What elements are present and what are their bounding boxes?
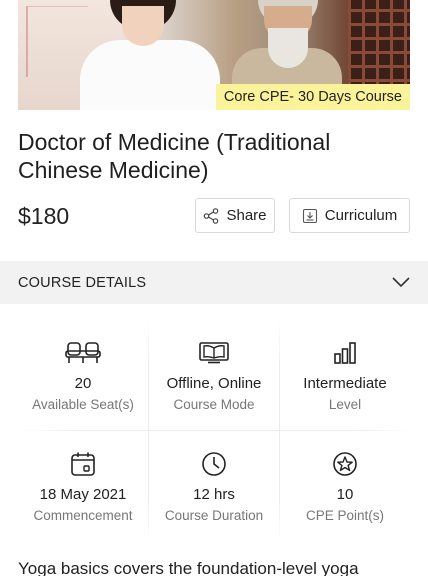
detail-value: 12 hrs	[193, 486, 235, 503]
detail-label: Level	[328, 397, 362, 412]
detail-value: Intermediate	[303, 375, 387, 392]
course-hero-image: Core CPE- 30 Days Course	[18, 0, 410, 110]
detail-available-seats: 20 Available Seat(s)	[18, 320, 148, 430]
chevron-down-icon[interactable]	[392, 274, 410, 292]
detail-level: Intermediate Level	[280, 320, 410, 430]
book-icon	[198, 340, 230, 366]
detail-value: 10	[336, 486, 354, 503]
course-details-grid: 20 Available Seat(s) Offline, Online Cou…	[18, 320, 410, 542]
curriculum-button-label: Curriculum	[324, 207, 398, 224]
detail-course-mode: Offline, Online Course Mode	[149, 320, 279, 430]
detail-commencement: 18 May 2021 Commencement	[18, 431, 148, 541]
clock-icon	[201, 451, 227, 477]
download-icon	[302, 208, 318, 224]
hero-doctor-face	[122, 6, 164, 46]
course-details-heading: COURSE DETAILS	[18, 274, 147, 291]
detail-course-duration: 12 hrs Course Duration	[149, 431, 279, 541]
calendar-icon	[70, 451, 96, 477]
course-type-badge: Core CPE- 30 Days Course	[215, 84, 410, 110]
detail-label: Commencement	[33, 508, 133, 523]
star-badge-icon	[332, 451, 358, 477]
course-details-accordion[interactable]: COURSE DETAILS	[0, 261, 428, 304]
course-description: Yoga basics covers the foundation-level …	[18, 559, 359, 576]
detail-cpe-points: 10 CPE Point(s)	[280, 431, 410, 541]
hero-doctor-coat	[80, 40, 220, 110]
share-button-label: Share	[226, 207, 267, 224]
detail-value: 20	[74, 375, 92, 392]
course-price: $180	[18, 203, 70, 229]
seats-icon	[65, 340, 101, 366]
detail-label: Available Seat(s)	[32, 397, 134, 412]
course-title: Doctor of Medicine (Traditional Chinese …	[18, 129, 331, 183]
detail-value: Offline, Online	[166, 375, 262, 392]
hero-master-beard	[268, 28, 308, 68]
detail-label: CPE Point(s)	[305, 508, 385, 523]
curriculum-button[interactable]: Curriculum	[289, 198, 410, 233]
share-button[interactable]: Share	[195, 198, 275, 233]
share-icon	[203, 207, 219, 224]
detail-label: Course Mode	[173, 397, 255, 412]
detail-label: Course Duration	[164, 508, 264, 523]
detail-value: 18 May 2021	[39, 486, 127, 503]
bar-chart-icon	[333, 340, 357, 366]
